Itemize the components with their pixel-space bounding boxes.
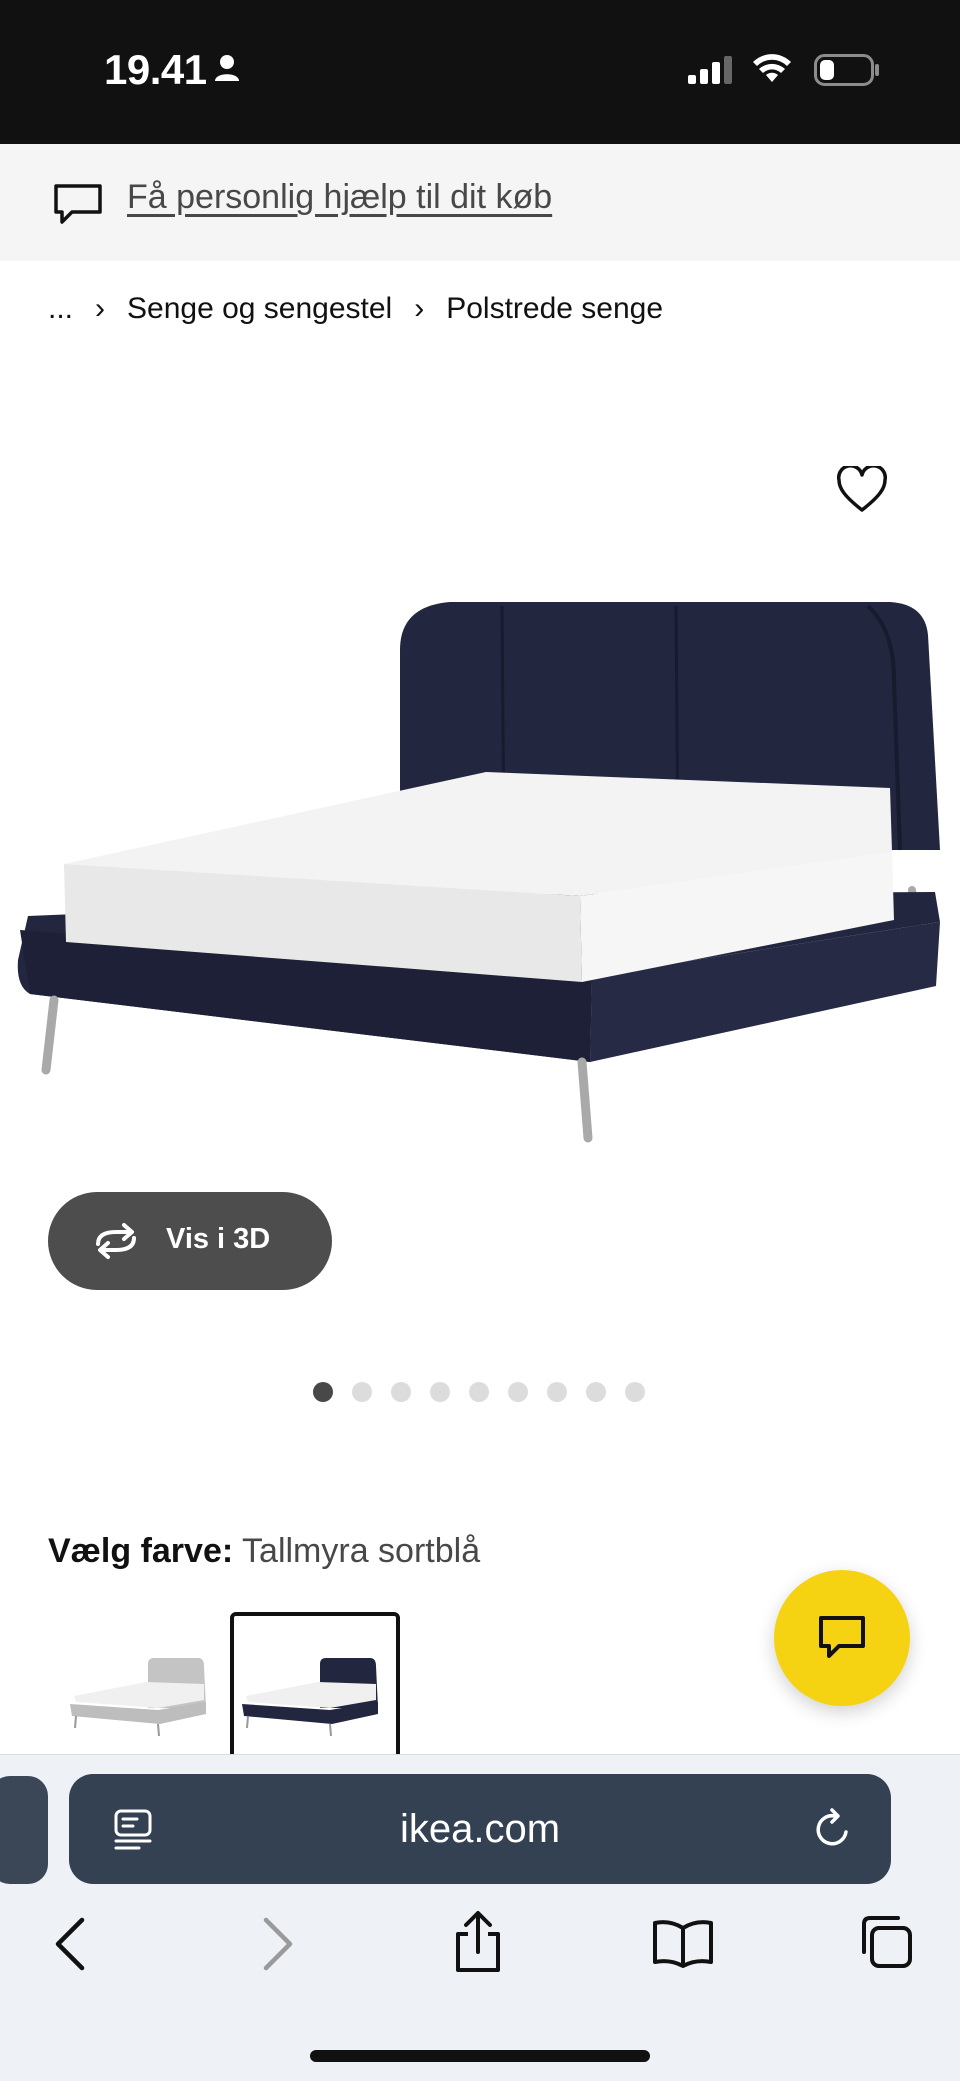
color-swatch-dark-blue[interactable] (230, 1612, 400, 1762)
rotate-3d-icon (90, 1222, 142, 1265)
carousel-dot[interactable] (469, 1382, 489, 1402)
heart-icon[interactable] (836, 464, 888, 519)
page: 19.41 Få personlig hjælp til dit køb ...… (0, 0, 960, 2081)
carousel-dot[interactable] (547, 1382, 567, 1402)
carousel-dot[interactable] (352, 1382, 372, 1402)
breadcrumb: ... › Senge og sengestel › Polstrede sen… (48, 292, 663, 326)
carousel-dot[interactable] (508, 1382, 528, 1402)
url-text: ikea.com (399, 1807, 561, 1851)
personal-help-link[interactable]: Få personlig hjælp til dit køb (127, 178, 552, 217)
breadcrumb-item-beds[interactable]: Senge og sengestel (127, 292, 392, 326)
bookmarks-icon[interactable] (652, 1918, 714, 1973)
back-icon[interactable] (52, 1916, 88, 1977)
breadcrumb-separator: › (95, 292, 106, 325)
chat-bubble-icon (52, 182, 104, 231)
help-banner: Få personlig hjælp til dit køb (0, 144, 960, 261)
home-indicator (310, 2050, 650, 2062)
breadcrumb-ellipsis[interactable]: ... (48, 292, 73, 326)
chat-button[interactable] (774, 1570, 910, 1706)
view-3d-button[interactable]: Vis i 3D (48, 1192, 332, 1290)
reload-icon[interactable] (813, 1808, 853, 1855)
battery-icon (814, 54, 880, 91)
color-label-value: Tallmyra sortblå (242, 1532, 481, 1570)
carousel-dot[interactable] (586, 1382, 606, 1402)
tabs-icon[interactable] (858, 1914, 914, 1975)
status-bar: 19.41 (0, 0, 960, 144)
color-chooser-label: Vælg farve: Tallmyra sortblå (48, 1532, 480, 1571)
carousel-dot[interactable] (313, 1382, 333, 1402)
wifi-icon (752, 52, 792, 89)
product-image[interactable] (0, 420, 960, 1220)
color-label-title: Vælg farve: (48, 1532, 234, 1570)
breadcrumb-item-upholstered-beds[interactable]: Polstrede senge (446, 292, 663, 326)
share-icon[interactable] (452, 1910, 504, 1979)
previous-tab-preview[interactable] (0, 1776, 48, 1884)
carousel-dot[interactable] (391, 1382, 411, 1402)
chat-icon (819, 1616, 865, 1658)
address-bar[interactable]: ikea.com (69, 1774, 891, 1884)
carousel-dot[interactable] (430, 1382, 450, 1402)
status-time: 19.41 (104, 46, 207, 93)
person-icon (214, 54, 240, 87)
color-swatch-light-grey[interactable] (58, 1612, 228, 1762)
breadcrumb-separator: › (414, 292, 425, 325)
forward-icon[interactable] (260, 1916, 296, 1977)
signal-icon (688, 56, 732, 89)
carousel-dot[interactable] (625, 1382, 645, 1402)
view-3d-label: Vis i 3D (166, 1223, 271, 1255)
carousel-dots (313, 1382, 645, 1402)
